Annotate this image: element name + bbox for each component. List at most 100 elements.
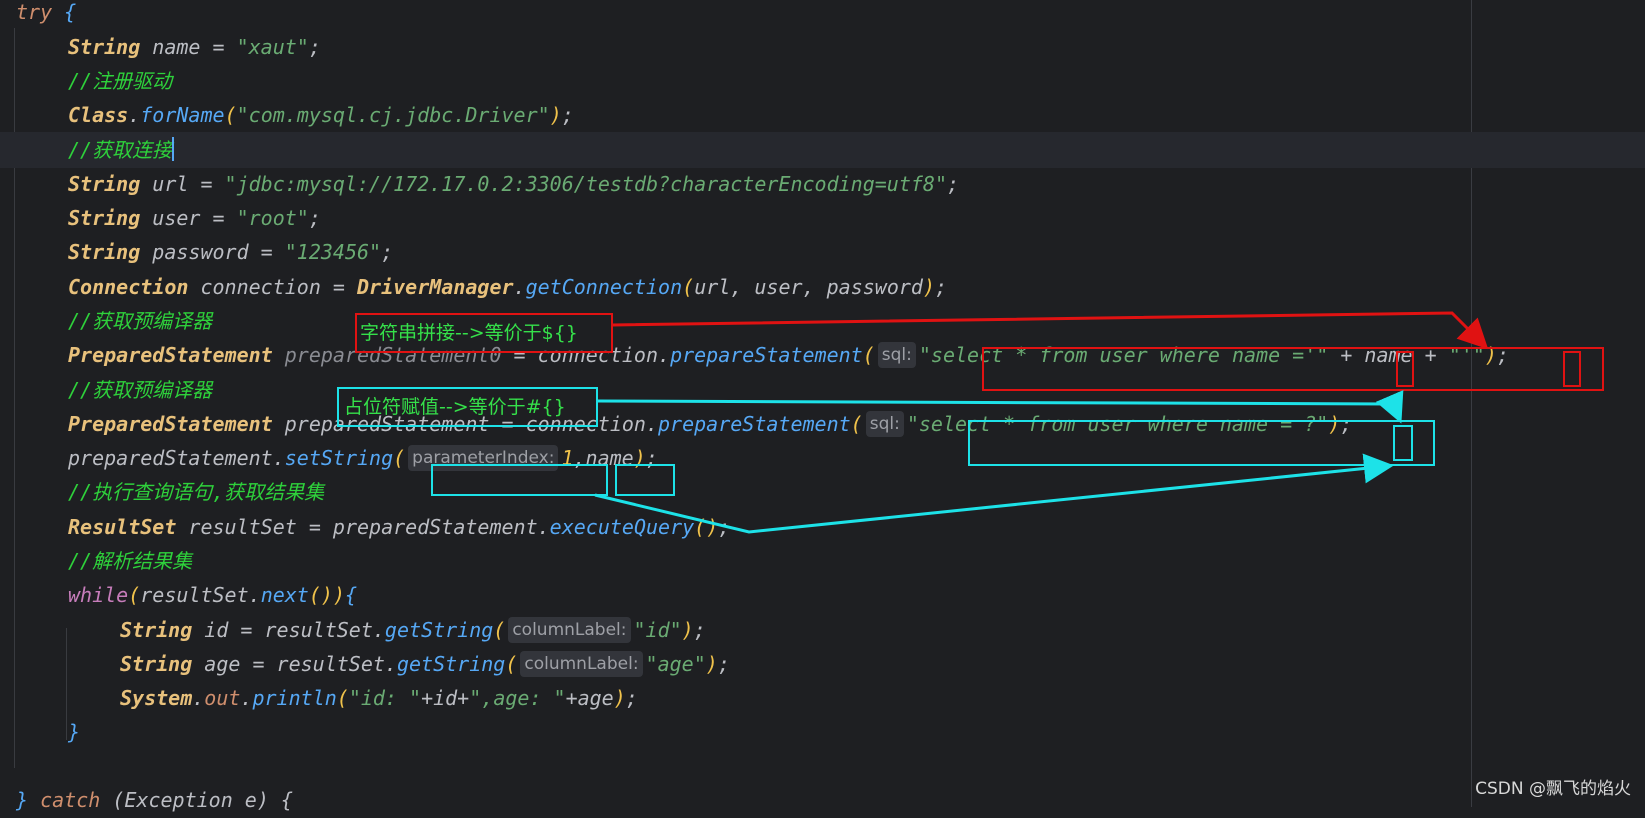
code-line[interactable]: //注册驱动 [68,63,172,99]
code-line[interactable]: String name = "xaut"; [68,29,321,65]
method-name: forName [140,103,225,127]
identifier: connection = [188,275,357,299]
code-line[interactable]: String password = "123456"; [68,234,393,270]
comment: //获取预编译器 [68,378,213,402]
paren: ) [613,686,626,710]
static-field: out [204,686,241,710]
string-literal: "xaut" [236,35,309,59]
string-literal: "id" [633,618,682,642]
brace: } [16,788,41,812]
identifier: preparedStatement. [68,446,285,470]
sql-concat-box [982,347,1604,391]
type-name: PreparedStatement [68,412,273,436]
code-line[interactable]: ResultSet resultSet = preparedStatement.… [68,509,730,545]
dot: . [128,103,141,127]
string-literal: "root" [236,206,309,230]
paren: ) [549,103,562,127]
code-line[interactable]: } catch (Exception e) { [16,782,293,818]
identifier: url = [140,172,225,196]
identifier: id = resultSet. [192,618,385,642]
identifier: name = [140,35,237,59]
string-literal: "com.mysql.cj.jdbc.Driver" [236,103,550,127]
code-line[interactable]: while(resultSet.next()){ [68,577,357,613]
paren: () [694,515,719,539]
type-name: DriverManager [357,275,514,299]
code-line[interactable]: //解析结果集 [68,543,192,579]
concat-expression: +id+ [421,686,470,710]
identifier: user = [140,206,237,230]
parameter-hint: columnLabel: [520,651,643,677]
code-line[interactable]: String id = resultSet.getString(columnLa… [120,612,706,648]
placeholder-label: 占位符赋值-->等价于#{} [344,396,566,418]
comment: //执行查询语句,获取结果集 [68,480,325,504]
type-name: String [120,618,193,642]
paren: ) [332,583,345,607]
type-name: String [68,172,141,196]
method-name: executeQuery [549,515,695,539]
semicolon: ; [625,686,638,710]
code-line[interactable]: String url = "jdbc:mysql://172.17.0.2:33… [68,166,959,202]
code-line[interactable]: //执行查询语句,获取结果集 [68,474,324,510]
string-literal: "age" [645,652,706,676]
code-line[interactable]: System.out.println("id: "+id+",age: "+ag… [120,680,638,716]
method-name: getConnection [525,275,683,299]
semicolon: ; [693,618,706,642]
dot: . [240,686,253,710]
paren: ( [224,103,237,127]
code-line[interactable]: String age = resultSet.getString(columnL… [120,646,730,682]
paren: ( [128,583,141,607]
code-line[interactable]: try { [16,0,76,30]
paren: () [308,583,333,607]
comment: //获取预编译器 [68,309,213,333]
sql-placeholder-box [968,420,1435,466]
keyword: try [16,0,53,24]
comment: //注册驱动 [68,69,173,93]
code-line[interactable]: Connection connection = DriverManager.ge… [68,269,947,305]
paren: ( [393,446,406,470]
type-name: ResultSet [68,515,177,539]
keyword: while [68,583,129,607]
code-line[interactable]: Class.forName("com.mysql.cj.jdbc.Driver"… [68,97,574,133]
code-editor[interactable]: try { String name = "xaut"; //注册驱动 Class… [0,0,1645,812]
quote-highlight-box [1563,351,1581,387]
paren: ( [336,686,349,710]
code-line[interactable]: //获取预编译器 [68,303,212,339]
watermark: CSDN @飘飞的焰火 [1475,779,1631,799]
method-name: getString [396,652,506,676]
parameter-hint: columnLabel: [508,617,631,643]
type-name: String [68,35,141,59]
method-name: prepareStatement [658,412,851,436]
paren: ) [705,652,718,676]
identifier: resultSet. [140,583,261,607]
parameter-hint: sql: [877,342,916,368]
semicolon: ; [718,515,731,539]
parameter-hint: sql: [865,411,904,437]
paren: ( [682,275,695,299]
method-name: next [260,583,309,607]
dot: . [513,275,526,299]
catch-clause: (Exception e) { [100,788,293,812]
semicolon: ; [308,206,321,230]
code-line[interactable]: //获取预编译器 [68,372,212,408]
comment: //获取连接 [68,138,173,162]
semicolon: ; [308,35,321,59]
code-line[interactable]: String user = "root"; [68,200,321,236]
brace: { [345,583,358,607]
type-name: String [68,240,141,264]
parameter-index-box [431,464,608,496]
identifier: age = resultSet. [192,652,397,676]
brace: { [52,0,77,24]
string-literal: "jdbc:mysql://172.17.0.2:3306/testdb?cha… [224,172,948,196]
code-line-current[interactable]: //获取连接 [0,132,1645,168]
code-line[interactable]: } [68,714,80,750]
type-name: System [120,686,193,710]
identifier: password = [140,240,285,264]
string-literal: "id: " [348,686,422,710]
right-margin-guide [1471,0,1472,807]
semicolon: ; [947,172,960,196]
method-name: prepareStatement [670,343,863,367]
name-argument-box [615,464,675,496]
indent-guide [66,628,67,740]
dot: . [192,686,205,710]
identifier: resultSet = preparedStatement. [176,515,550,539]
